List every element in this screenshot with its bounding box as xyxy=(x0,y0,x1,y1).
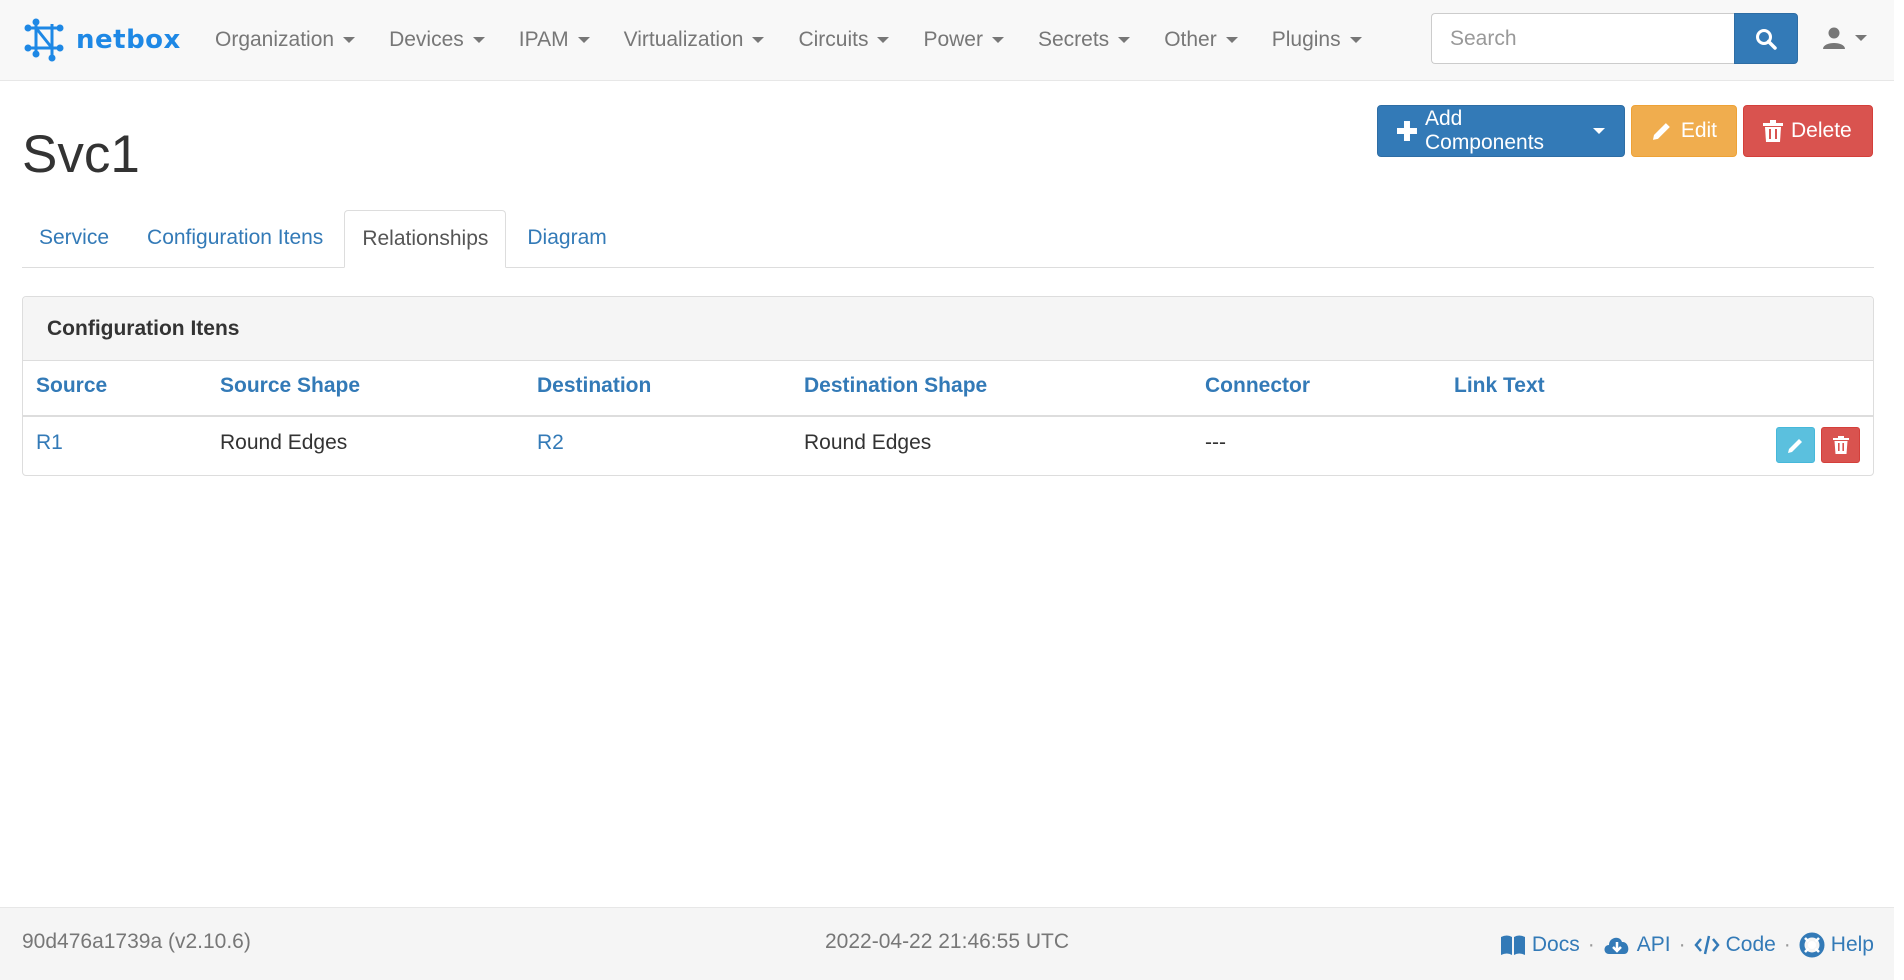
source-link[interactable]: R1 xyxy=(36,431,63,455)
version-text: 90d476a1739a (v2.10.6) xyxy=(22,930,251,953)
caret-down-icon xyxy=(1118,36,1131,43)
separator: · xyxy=(1783,933,1791,956)
nav-organization[interactable]: Organization xyxy=(200,0,370,79)
separator: · xyxy=(1678,933,1686,956)
delete-label: Delete xyxy=(1791,119,1852,142)
column-header-destination-shape[interactable]: Destination Shape xyxy=(804,374,987,398)
help-link[interactable]: Help xyxy=(1799,932,1874,958)
search-button[interactable] xyxy=(1734,13,1798,64)
caret-down-icon xyxy=(1593,128,1605,134)
tab-diagram[interactable]: Diagram xyxy=(510,210,623,266)
column-header-connector[interactable]: Connector xyxy=(1205,374,1310,398)
nav-devices[interactable]: Devices xyxy=(374,0,500,79)
plus-icon xyxy=(1397,121,1417,141)
pencil-icon xyxy=(1787,439,1802,453)
column-header-source-shape[interactable]: Source Shape xyxy=(220,374,360,398)
footer-links: Docs · API · Code · Help xyxy=(1500,932,1874,958)
table-header-divider xyxy=(23,415,1873,417)
tab-relationships[interactable]: Relationships xyxy=(344,210,507,268)
nav-ipam[interactable]: IPAM xyxy=(504,0,605,79)
pencil-icon xyxy=(1652,123,1670,140)
column-header-destination[interactable]: Destination xyxy=(537,374,651,398)
edit-label: Edit xyxy=(1680,119,1717,142)
nav-label: Circuits xyxy=(798,27,869,51)
timestamp-text: 2022-04-22 21:46:55 UTC xyxy=(825,930,1069,953)
docs-link[interactable]: Docs xyxy=(1500,933,1580,957)
page-actions: Add Components Edit Delete xyxy=(1377,105,1873,157)
edit-button[interactable]: Edit xyxy=(1631,105,1737,157)
page-title: Svc1 xyxy=(22,125,140,184)
nav-label: Other xyxy=(1164,27,1217,51)
trash-icon xyxy=(1832,436,1849,454)
caret-down-icon xyxy=(752,36,765,43)
delete-button[interactable]: Delete xyxy=(1743,105,1873,157)
code-link[interactable]: Code xyxy=(1693,933,1776,957)
top-navbar: netbox Organization Devices IPAM Virtual… xyxy=(0,0,1894,81)
cloud-download-icon xyxy=(1604,937,1629,954)
caret-down-icon xyxy=(991,36,1004,43)
column-header-source[interactable]: Source xyxy=(36,374,107,398)
caret-down-icon xyxy=(877,36,890,43)
netbox-logo-icon xyxy=(24,18,64,62)
destination-link[interactable]: R2 xyxy=(537,431,564,455)
book-icon xyxy=(1500,935,1525,955)
api-label: API xyxy=(1636,933,1671,956)
nav-power[interactable]: Power xyxy=(908,0,1019,79)
caret-down-icon xyxy=(343,36,356,43)
caret-down-icon xyxy=(1225,36,1238,43)
lifebuoy-icon xyxy=(1799,932,1825,958)
add-components-label: Add Components xyxy=(1424,107,1545,154)
nav-virtualization[interactable]: Virtualization xyxy=(609,0,780,79)
nav-label: Virtualization xyxy=(623,27,744,51)
panel-title: Configuration Itens xyxy=(23,297,1873,361)
connector-cell: --- xyxy=(1205,431,1226,454)
nav-label: Organization xyxy=(215,27,335,51)
row-actions xyxy=(1776,427,1860,463)
caret-down-icon xyxy=(577,36,590,43)
source-shape-cell: Round Edges xyxy=(220,431,348,454)
tab-service[interactable]: Service xyxy=(22,210,126,266)
search-icon xyxy=(1756,28,1777,50)
separator: · xyxy=(1587,933,1595,956)
caret-down-icon xyxy=(472,36,485,43)
docs-label: Docs xyxy=(1531,933,1580,956)
tab-bar: Service Configuration Itens Relationship… xyxy=(22,210,1874,268)
edit-row-button[interactable] xyxy=(1776,427,1815,463)
help-label: Help xyxy=(1830,933,1874,956)
column-header-link-text[interactable]: Link Text xyxy=(1454,374,1545,398)
tab-configuration-itens[interactable]: Configuration Itens xyxy=(130,210,340,266)
trash-icon xyxy=(1763,120,1783,142)
main-menu: Organization Devices IPAM Virtualization… xyxy=(200,0,1381,79)
nav-label: Plugins xyxy=(1271,27,1341,51)
user-menu[interactable] xyxy=(1822,26,1867,50)
destination-shape-cell: Round Edges xyxy=(804,431,932,454)
footer: 90d476a1739a (v2.10.6) 2022-04-22 21:46:… xyxy=(0,907,1894,980)
code-icon xyxy=(1693,935,1720,955)
scrollbar[interactable] xyxy=(1894,0,1904,980)
nav-other[interactable]: Other xyxy=(1149,0,1253,79)
nav-secrets[interactable]: Secrets xyxy=(1023,0,1145,79)
relationships-panel: Configuration Itens Source Source Shape … xyxy=(22,296,1874,476)
nav-label: IPAM xyxy=(518,27,569,51)
api-link[interactable]: API xyxy=(1603,933,1671,957)
brand-link[interactable]: netbox xyxy=(22,18,181,62)
add-components-button[interactable]: Add Components xyxy=(1377,105,1625,157)
caret-down-icon xyxy=(1855,35,1867,41)
nav-plugins[interactable]: Plugins xyxy=(1257,0,1377,79)
nav-label: Secrets xyxy=(1037,27,1110,51)
brand-name: netbox xyxy=(76,25,181,55)
nav-circuits[interactable]: Circuits xyxy=(783,0,904,79)
caret-down-icon xyxy=(1349,36,1362,43)
code-label: Code xyxy=(1725,933,1776,956)
user-icon xyxy=(1823,27,1845,49)
nav-label: Devices xyxy=(389,27,464,51)
delete-row-button[interactable] xyxy=(1821,427,1860,463)
search-input[interactable] xyxy=(1431,13,1734,64)
nav-label: Power xyxy=(923,27,983,51)
search-form xyxy=(1431,13,1798,64)
